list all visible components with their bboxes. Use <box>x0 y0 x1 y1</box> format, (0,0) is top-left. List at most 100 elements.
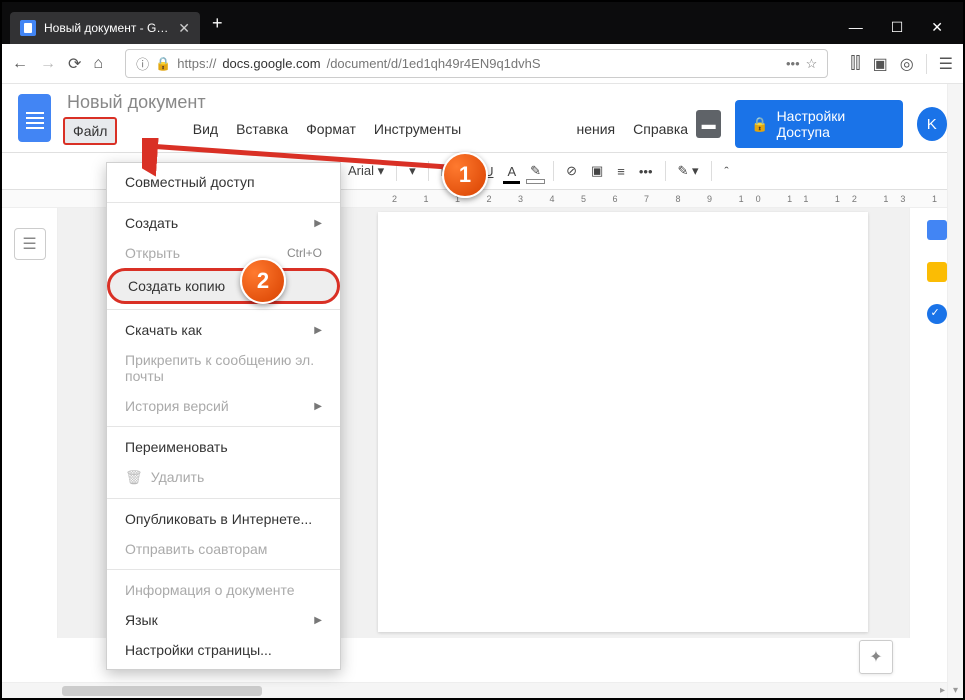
menu-item-label: Информация о документе <box>125 582 295 598</box>
explore-icon: ✦ <box>869 647 882 667</box>
insert-image-button[interactable]: ▣ <box>585 159 609 183</box>
menu-help[interactable]: Справка <box>625 117 696 145</box>
menu-separator <box>107 202 340 203</box>
header-actions: ▬ 🔒 Настройки Доступа K <box>696 100 947 148</box>
menu-item-настройки-страницы[interactable]: Настройки страницы... <box>107 635 340 665</box>
window-controls: — ☐ ✕ <box>837 11 955 44</box>
window-minimize-icon[interactable]: — <box>849 19 863 36</box>
menu-separator <box>107 426 340 427</box>
menu-item-label: Отправить соавторам <box>125 541 267 557</box>
menu-item-опубликовать-в-интернете[interactable]: Опубликовать в Интернете... <box>107 504 340 534</box>
menu-item-создать[interactable]: Создать ▶ <box>107 208 340 238</box>
insert-link-button[interactable]: ⊘ <box>560 159 583 183</box>
nav-reload-icon[interactable]: ⟳ <box>68 54 81 74</box>
window-close-icon[interactable]: ✕ <box>931 19 943 36</box>
menu-file[interactable]: Файл <box>63 117 117 145</box>
menu-item-создать-копию[interactable]: Создать копию <box>107 268 340 304</box>
menu-item-label: Настройки страницы... <box>125 642 272 658</box>
scroll-down-icon[interactable]: ▾ <box>951 683 960 698</box>
hamburger-menu-icon[interactable]: ☰ <box>939 54 953 74</box>
menu-item-переименовать[interactable]: Переименовать <box>107 432 340 462</box>
submenu-arrow-icon: ▶ <box>314 401 322 412</box>
menu-item-удалить: 🗑Удалить <box>107 462 340 493</box>
menu-item-label: 🗑Удалить <box>125 469 204 486</box>
address-bar[interactable]: ⓘ 🔒 https://docs.google.com/document/d/1… <box>125 49 828 78</box>
calendar-icon[interactable] <box>927 220 947 240</box>
menu-view[interactable]: Вид <box>185 117 226 145</box>
document-page[interactable] <box>378 212 868 632</box>
annotation-bubble-1: 1 <box>442 152 488 198</box>
trash-icon: 🗑 <box>125 469 143 485</box>
nav-back-icon[interactable]: ← <box>12 55 28 73</box>
comments-button[interactable]: ▬ <box>696 110 721 138</box>
menu-item-скачать-как[interactable]: Скачать как▶ <box>107 315 340 345</box>
separator <box>396 161 397 181</box>
submenu-arrow-icon: ▶ <box>314 218 322 229</box>
window-maximize-icon[interactable]: ☐ <box>891 19 904 36</box>
more-tools-button[interactable]: ••• <box>633 160 659 183</box>
menu-item-label: История версий <box>125 398 229 414</box>
nav-home-icon[interactable]: ⌂ <box>93 55 103 73</box>
editing-mode-button[interactable]: ✎ ▾ <box>672 159 705 183</box>
menu-item-label: Создать <box>125 215 178 231</box>
library-icon[interactable]: ⫿⫿ <box>850 55 860 73</box>
tasks-icon[interactable] <box>927 304 947 324</box>
menu-addons-partial[interactable]: нения <box>568 117 623 145</box>
scroll-right-icon[interactable]: ▸ <box>938 683 947 698</box>
separator <box>926 54 927 74</box>
sidebar-toggle-icon[interactable]: ▣ <box>873 54 888 74</box>
tracking-protection-icon[interactable]: ◎ <box>900 54 914 74</box>
menu-insert[interactable]: Вставка <box>228 117 296 145</box>
account-avatar[interactable]: K <box>917 107 947 141</box>
menu-item-label: Прикрепить к сообщению эл. почты <box>125 352 322 384</box>
annotation-bubble-2: 2 <box>240 258 286 304</box>
font-selector[interactable]: Arial ▾ <box>342 159 390 183</box>
page-actions-icon[interactable]: ••• <box>786 56 800 71</box>
caret-icon: ▾ <box>378 163 385 178</box>
url-prefix: https:// <box>177 56 216 71</box>
docs-title-area: Новый документ Файл Правка Вид Вставка Ф… <box>63 90 696 145</box>
caret-icon[interactable]: ▾ <box>403 159 422 183</box>
site-info-icon[interactable]: ⓘ <box>136 54 149 73</box>
avatar-letter: K <box>927 116 937 133</box>
outline-icon: ☰ <box>22 234 36 254</box>
horizontal-scrollbar[interactable]: ▸ <box>2 682 947 698</box>
separator <box>711 161 712 181</box>
new-tab-button[interactable]: + <box>204 9 231 38</box>
explore-button[interactable]: ✦ <box>859 640 893 674</box>
submenu-arrow-icon: ▶ <box>314 615 322 626</box>
highlight-button[interactable]: ✎ <box>524 159 547 183</box>
document-title[interactable]: Новый документ <box>63 90 696 115</box>
close-tab-icon[interactable]: ✕ <box>178 20 190 37</box>
menu-item-язык[interactable]: Язык ▶ <box>107 605 340 635</box>
browser-tab[interactable]: Новый документ - Google Док ✕ <box>10 12 200 44</box>
collapse-toolbar-button[interactable]: ˆ <box>718 160 736 183</box>
browser-toolbar: ← → ⟳ ⌂ ⓘ 🔒 https://docs.google.com/docu… <box>2 44 963 84</box>
align-button[interactable]: ≡ <box>611 160 631 183</box>
menu-item-совместный-доступ[interactable]: Совместный доступ <box>107 167 340 197</box>
text-color-button[interactable]: A <box>501 160 522 183</box>
outline-toggle-button[interactable]: ☰ <box>14 228 46 260</box>
docs-favicon <box>20 20 36 36</box>
keep-icon[interactable] <box>927 262 947 282</box>
menu-format[interactable]: Формат <box>298 117 364 145</box>
menu-item-прикрепить-к-сообщению-эл-почты: Прикрепить к сообщению эл. почты <box>107 345 340 391</box>
docs-logo-icon[interactable] <box>18 94 51 142</box>
nav-forward-icon[interactable]: → <box>40 55 56 73</box>
vertical-scrollbar[interactable]: ▾ <box>947 84 963 698</box>
bookmark-star-icon[interactable]: ☆ <box>806 56 818 72</box>
file-menu-dropdown: Совместный доступСоздать▶ОткрытьCtrl+OСо… <box>106 162 341 670</box>
menu-item-информация-о-документе: Информация о документе <box>107 575 340 605</box>
menu-item-label: Создать копию <box>128 278 225 294</box>
share-button[interactable]: 🔒 Настройки Доступа <box>735 100 902 148</box>
browser-titlebar: Новый документ - Google Док ✕ + — ☐ ✕ <box>2 2 963 44</box>
shortcut-label: Ctrl+O <box>287 246 322 260</box>
menu-item-label: Язык <box>125 612 158 628</box>
separator <box>665 161 666 181</box>
menu-tools[interactable]: Инструменты <box>366 117 469 145</box>
tab-title: Новый документ - Google Док <box>44 21 172 35</box>
scroll-thumb[interactable] <box>62 686 262 696</box>
left-gutter: ☰ <box>2 208 58 638</box>
separator <box>553 161 554 181</box>
docs-header: Новый документ Файл Правка Вид Вставка Ф… <box>2 84 963 148</box>
